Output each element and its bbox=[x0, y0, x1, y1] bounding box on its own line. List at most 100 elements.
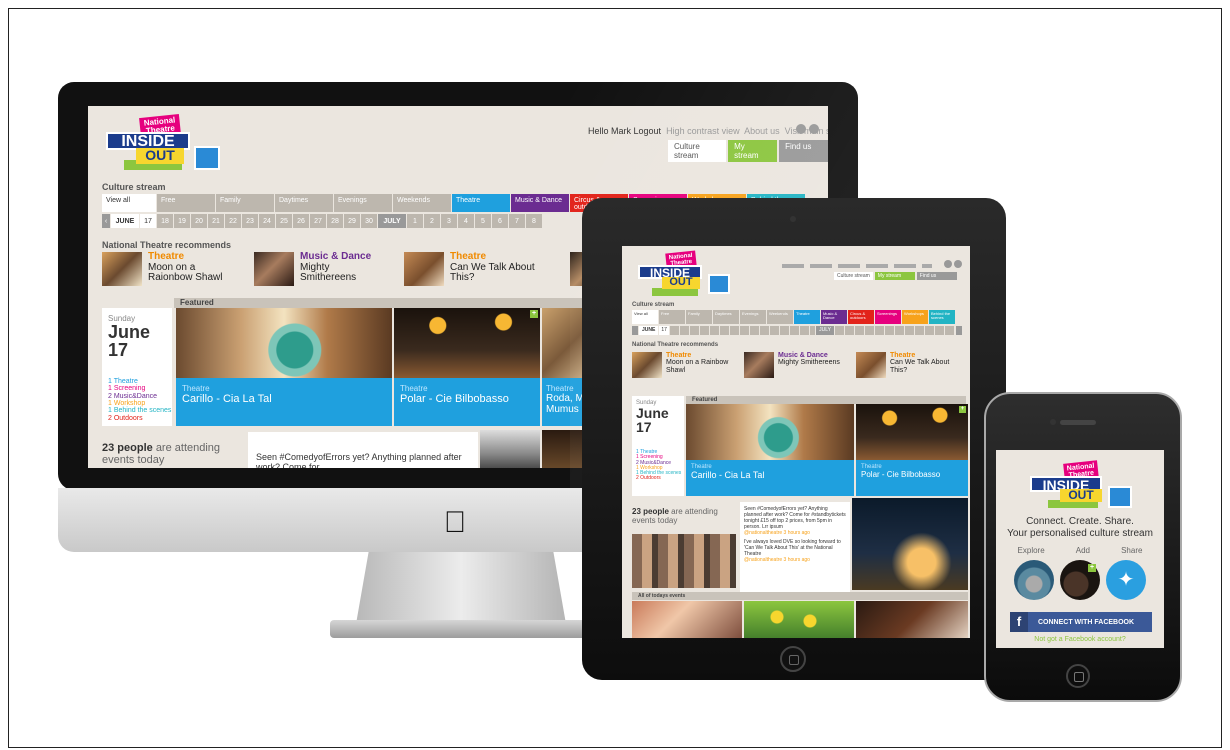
category-filter[interactable]: Circus & outdoors bbox=[848, 310, 874, 324]
feature-tabs: Explore Add Share bbox=[1002, 546, 1158, 555]
featured-card[interactable]: Theatre Carillo - Cia La Tal bbox=[176, 308, 392, 426]
recommend-item[interactable]: Theatre Can We Talk About This? bbox=[856, 352, 960, 378]
date-cell[interactable]: 29 bbox=[344, 214, 360, 228]
find-us-button[interactable]: Find us bbox=[916, 272, 957, 280]
date-cell[interactable]: 3 bbox=[441, 214, 457, 228]
month-label[interactable]: JUNE bbox=[111, 214, 139, 228]
add-to-stream-button[interactable]: + bbox=[959, 406, 966, 413]
featured-card[interactable]: + Theatre Polar - Cie Bilbobasso bbox=[856, 404, 968, 496]
category-filter-row: View all Free Family Daytimes Evenings Weeken… bbox=[632, 310, 955, 324]
month-label[interactable]: JULY bbox=[378, 214, 406, 228]
category-filter[interactable]: Evenings bbox=[740, 310, 766, 324]
facebook-icon[interactable] bbox=[944, 260, 952, 268]
greeting-link[interactable]: Hello Mark Logout bbox=[588, 126, 661, 136]
culture-stream-label: Culture stream bbox=[102, 182, 166, 192]
date-cell[interactable]: 18 bbox=[157, 214, 173, 228]
connect-facebook-button[interactable]: f CONNECT WITH FACEBOOK bbox=[1010, 612, 1152, 632]
event-photo[interactable] bbox=[852, 498, 968, 590]
category-filter[interactable]: Daytimes bbox=[713, 310, 739, 324]
date-cell[interactable]: 25 bbox=[276, 214, 292, 228]
my-stream-button[interactable]: My stream bbox=[874, 272, 915, 280]
add-to-stream-button[interactable]: + bbox=[530, 310, 538, 318]
tweet-panel: Seen #ComedyofErrors yet? Anything plann… bbox=[248, 432, 478, 468]
category-filter[interactable]: Music & Dance bbox=[821, 310, 847, 324]
date-cell[interactable]: 8 bbox=[526, 214, 542, 228]
date-cell[interactable]: 17 bbox=[140, 214, 156, 228]
inside-out-logo[interactable]: National Theatre INSIDE OUT bbox=[630, 250, 730, 298]
culture-stream-button[interactable]: Culture stream bbox=[834, 272, 873, 280]
amex-logo-icon bbox=[708, 274, 730, 294]
culture-stream-button[interactable]: Culture stream bbox=[668, 140, 727, 162]
featured-photo bbox=[686, 404, 854, 460]
recommend-thumbnail bbox=[254, 252, 294, 286]
recommend-thumbnail bbox=[404, 252, 444, 286]
category-filter[interactable]: Free bbox=[659, 310, 685, 324]
date-cell[interactable]: 2 bbox=[424, 214, 440, 228]
date-cell[interactable]: 28 bbox=[327, 214, 343, 228]
people-photo-grid[interactable] bbox=[632, 534, 736, 588]
event-photo[interactable] bbox=[744, 601, 854, 638]
event-photo[interactable] bbox=[480, 430, 540, 468]
explore-label[interactable]: Explore bbox=[1018, 546, 1045, 555]
no-facebook-link[interactable]: Not got a Facebook account? bbox=[996, 636, 1164, 643]
date-cell[interactable]: 30 bbox=[361, 214, 377, 228]
category-filter[interactable]: Weekends bbox=[393, 194, 451, 212]
ipad-home-button[interactable] bbox=[780, 646, 806, 672]
explore-icon[interactable] bbox=[1014, 560, 1054, 600]
category-filter[interactable]: View all bbox=[102, 194, 156, 212]
event-photo[interactable] bbox=[632, 601, 742, 638]
category-filter[interactable]: Free bbox=[157, 194, 215, 212]
iphone-home-button[interactable] bbox=[1066, 664, 1090, 688]
inside-out-logo[interactable]: National Theatre INSIDE OUT bbox=[94, 113, 224, 176]
category-filter[interactable]: Workshops bbox=[902, 310, 928, 324]
date-cell[interactable]: 21 bbox=[208, 214, 224, 228]
category-filter[interactable]: Behind the scenes bbox=[929, 310, 955, 324]
find-us-button[interactable]: Find us bbox=[779, 140, 828, 162]
date-cell[interactable]: 7 bbox=[509, 214, 525, 228]
category-filter[interactable]: Evenings bbox=[334, 194, 392, 212]
date-cell[interactable]: 24 bbox=[259, 214, 275, 228]
event-photo[interactable] bbox=[856, 601, 968, 638]
recommend-item[interactable]: Theatre Can We Talk About This? bbox=[404, 251, 554, 286]
category-filter[interactable]: Theatre bbox=[452, 194, 510, 212]
category-filter[interactable]: Screenings bbox=[875, 310, 901, 324]
category-filter[interactable]: View all bbox=[632, 310, 658, 324]
category-filter[interactable]: Family bbox=[686, 310, 712, 324]
high-contrast-link[interactable]: High contrast view bbox=[666, 126, 740, 136]
date-prev-arrow[interactable] bbox=[632, 326, 638, 335]
date-cell[interactable]: 6 bbox=[492, 214, 508, 228]
date-prev-arrow[interactable]: ‹ bbox=[102, 214, 110, 228]
date-cell[interactable]: 20 bbox=[191, 214, 207, 228]
date-next-arrow[interactable] bbox=[956, 326, 962, 335]
recommend-item[interactable]: Music & Dance Mighty Smithereens bbox=[254, 251, 388, 286]
category-filter[interactable]: Family bbox=[216, 194, 274, 212]
date-cell[interactable]: 19 bbox=[174, 214, 190, 228]
date-cell[interactable]: 23 bbox=[242, 214, 258, 228]
category-filter[interactable]: Weekends bbox=[767, 310, 793, 324]
add-icon[interactable]: + bbox=[1060, 560, 1100, 600]
twitter-icon[interactable] bbox=[954, 260, 962, 268]
my-stream-button[interactable]: My stream bbox=[728, 140, 778, 162]
about-link[interactable]: About us bbox=[744, 126, 780, 136]
date-cell[interactable]: 5 bbox=[475, 214, 491, 228]
recommend-item[interactable]: Theatre Moon on a Raionbow Shawl bbox=[102, 251, 238, 286]
recommend-item[interactable]: Music & Dance Mighty Smithereens bbox=[744, 352, 848, 378]
date-cell[interactable]: 26 bbox=[293, 214, 309, 228]
date-cell[interactable]: 22 bbox=[225, 214, 241, 228]
featured-card[interactable]: + Theatre Polar - Cie Bilbobasso bbox=[394, 308, 540, 426]
share-label[interactable]: Share bbox=[1121, 546, 1142, 555]
recommend-item[interactable]: Theatre Moon on a Rainbow Shawl bbox=[632, 352, 736, 378]
inside-out-logo[interactable]: National Theatre INSIDE OUT bbox=[1024, 460, 1134, 508]
date-cell[interactable]: 4 bbox=[458, 214, 474, 228]
category-filter[interactable]: Daytimes bbox=[275, 194, 333, 212]
category-filter[interactable]: Music & Dance bbox=[511, 194, 569, 212]
featured-card[interactable]: Theatre Carillo - Cia La Tal bbox=[686, 404, 854, 496]
category-filter[interactable]: Theatre bbox=[794, 310, 820, 324]
facebook-icon[interactable] bbox=[796, 124, 806, 134]
date-cell[interactable]: 1 bbox=[407, 214, 423, 228]
twitter-bird-icon[interactable]: ✦ bbox=[1106, 560, 1146, 600]
apple-logo-icon:  bbox=[440, 506, 470, 540]
add-label[interactable]: Add bbox=[1076, 546, 1090, 555]
date-cell[interactable]: 27 bbox=[310, 214, 326, 228]
twitter-icon[interactable] bbox=[809, 124, 819, 134]
